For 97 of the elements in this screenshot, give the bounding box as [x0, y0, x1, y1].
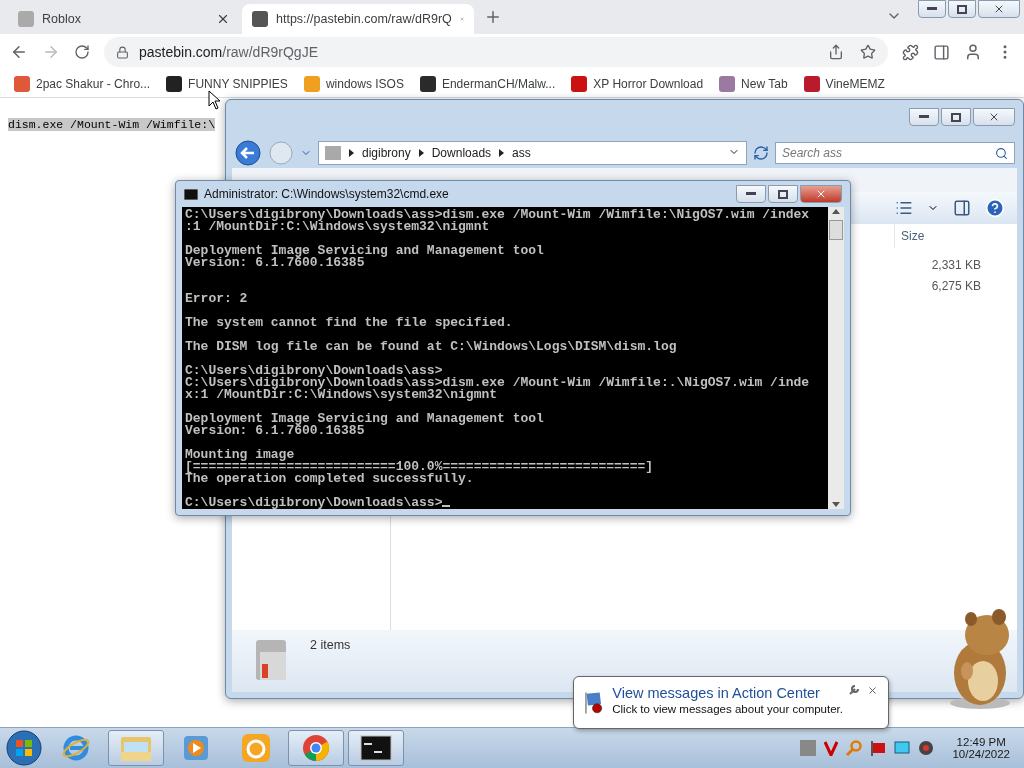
help-icon[interactable] — [985, 198, 1005, 218]
close-icon[interactable] — [867, 685, 878, 696]
breadcrumb-item[interactable]: digibrony — [362, 146, 411, 160]
antivirus-icon[interactable] — [824, 740, 839, 756]
scroll-up-icon[interactable] — [832, 209, 840, 214]
breadcrumb-item[interactable]: Downloads — [431, 146, 492, 160]
maximize-button[interactable] — [941, 108, 971, 126]
taskbar-button[interactable] — [348, 730, 404, 766]
text-cursor — [442, 505, 451, 507]
scrollbar[interactable] — [828, 207, 844, 509]
browser-tab[interactable]: https://pastebin.com/raw/dR9rQ — [242, 4, 474, 34]
console-line: The system cannot find the file specified. — [185, 317, 514, 329]
puzzle-icon[interactable] — [902, 43, 919, 61]
refresh-icon[interactable] — [753, 145, 769, 161]
minimize-icon — [927, 7, 937, 11]
bookmark[interactable]: windows ISOS — [303, 75, 404, 92]
console-line: Error: 2 — [185, 293, 249, 305]
address-bar[interactable]: digibrony Downloads ass — [318, 141, 747, 165]
window-title: Administrator: C:\Windows\system32\cmd.exe — [204, 187, 449, 201]
url-text: pastebin.com/raw/dR9rQgJE — [139, 44, 318, 60]
maximize-icon — [778, 189, 788, 199]
item-count: 2 items — [310, 638, 351, 652]
file-size: 2,331 KB — [931, 256, 981, 274]
flag-icon[interactable] — [870, 740, 887, 756]
browser-tab[interactable]: Roblox — [8, 4, 240, 34]
maximize-icon — [951, 112, 961, 122]
bookmark[interactable]: New Tab — [719, 75, 788, 92]
search-icon — [995, 146, 1008, 160]
minimize-icon — [919, 115, 929, 119]
profile-icon[interactable] — [964, 43, 982, 61]
search-field[interactable]: Search ass — [775, 142, 1015, 164]
close-icon[interactable] — [216, 12, 230, 26]
lock-icon — [116, 45, 129, 59]
maximize-button[interactable] — [948, 0, 976, 18]
clock[interactable]: 12:49 PM 10/24/2022 — [952, 736, 1010, 760]
browser-icon — [61, 733, 91, 763]
bookmark[interactable]: FUNNY SNIPPIES — [166, 75, 288, 92]
start-button[interactable] — [4, 729, 44, 767]
minimize-button[interactable] — [918, 0, 946, 18]
new-tab-icon[interactable] — [484, 8, 502, 26]
maximize-button[interactable] — [768, 185, 798, 203]
star-icon[interactable] — [860, 44, 876, 60]
console-line: C:\Users\digibrony\Downloads\ass>dism.exe /Mount-Wim /Wimfile:.\NigOS7.wim /inde — [185, 377, 811, 389]
console-line: C:\Users\digibrony\Downloads\ass> — [185, 365, 443, 377]
notification-title[interactable]: View messages in Action Center — [612, 685, 843, 701]
reload-icon[interactable] — [74, 44, 90, 60]
cursor-icon — [208, 90, 222, 110]
console-line: Version: 6.1.7600.16385 — [185, 257, 365, 269]
terminal-icon — [184, 188, 198, 200]
console-line: Deployment Image Servicing and Management tool — [185, 413, 545, 425]
terminal-icon — [360, 735, 392, 761]
column-header[interactable]: Size — [894, 224, 1001, 248]
folder-icon — [325, 146, 341, 160]
chrome-icon — [301, 733, 331, 763]
close-icon — [993, 3, 1005, 15]
back-button[interactable] — [234, 139, 262, 167]
console-line: [==========================100.0%==========================] — [185, 461, 655, 473]
minimize-button[interactable] — [909, 108, 939, 126]
scroll-down-icon[interactable] — [832, 502, 840, 507]
chevron-right-icon — [499, 149, 505, 157]
notification-balloon[interactable]: View messages in Action Center Click to view messages about your computer. — [573, 676, 889, 729]
breadcrumb-item[interactable]: ass — [512, 146, 531, 160]
chevron-right-icon — [349, 149, 354, 157]
speaker-icon[interactable] — [918, 740, 935, 756]
chevron-right-icon — [418, 149, 424, 157]
bookmark[interactable]: EndermanCH/Malw... — [419, 75, 556, 92]
squirrel-icon — [241, 733, 271, 763]
address-bar[interactable]: pastebin.com/raw/dR9rQgJE — [104, 37, 888, 67]
preview-pane-icon[interactable] — [953, 199, 971, 217]
view-icon[interactable] — [895, 199, 913, 217]
scroll-thumb[interactable] — [829, 220, 843, 240]
favicon-icon — [18, 11, 34, 27]
side-panel-icon[interactable] — [933, 43, 950, 61]
console-line: Mounting image — [185, 449, 295, 461]
bookmark[interactable]: 2pac Shakur - Chro... — [14, 75, 151, 92]
media-player-icon — [182, 734, 210, 762]
console-line: Deployment Image Servicing and Management tool — [185, 245, 545, 257]
close-icon — [815, 188, 827, 200]
file-size: 6,275 KB — [931, 277, 981, 295]
console-line: Version: 6.1.7600.16385 — [185, 425, 365, 437]
notification-text: Click to view messages about your computer. — [612, 703, 843, 715]
folder-icon — [120, 734, 152, 762]
minimize-button[interactable] — [736, 185, 766, 203]
favicon-icon — [252, 11, 268, 27]
share-icon[interactable] — [828, 44, 844, 60]
close-icon — [988, 111, 1000, 123]
selected-text: dism.exe /Mount-Wim /Wimfile:\ — [8, 118, 216, 131]
console-line: x:1 /MountDir:C:\Windows\system32\nigmnt — [185, 389, 498, 401]
bookmark[interactable]: XP Horror Download — [571, 75, 704, 92]
maximize-icon — [957, 4, 967, 14]
console-line: C:\Users\digibrony\Downloads\ass> — [185, 497, 828, 509]
console-line: C:\Users\digibrony\Downloads\ass>dism.exe /Mount-Wim /Wimfile:\NigOS7.wim /index — [185, 209, 811, 221]
console-line: The DISM log file can be found at C:\Windows\Logs\DISM\dism.log — [185, 341, 678, 353]
console-line: The operation completed successfully. — [185, 473, 474, 485]
bookmark[interactable]: VineMEMZ — [803, 75, 885, 92]
console-line: :1 /MountDir:C:\Windows\system32\nigmnt — [185, 221, 490, 233]
back-icon[interactable] — [10, 43, 28, 61]
